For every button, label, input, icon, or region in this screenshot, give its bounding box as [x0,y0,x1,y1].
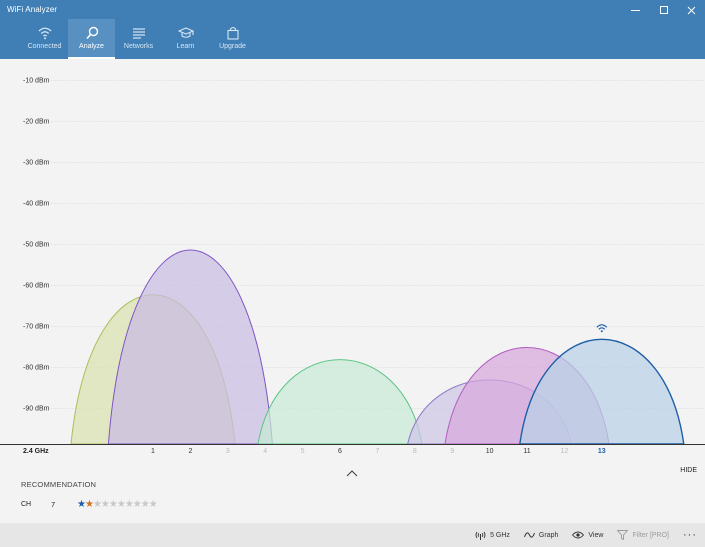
filter-label: Filter [PRO] [632,531,669,539]
star-empty-icon: ★ [108,499,118,510]
maximize-button[interactable] [650,0,678,20]
maximize-icon [659,5,668,14]
nav-learn[interactable]: Learn [162,19,209,59]
band-toggle-label: 5 GHz [490,531,510,539]
recommendation-title: RECOMMENDATION [21,480,97,489]
nav-label-analyze: Analyze [79,43,104,50]
star-empty-icon: ★ [100,499,110,510]
y-tick-label: -40 dBm [23,201,50,208]
recommendation-panel: HIDE RECOMMENDATION CH 7 ★ ★ ★ ★ ★ ★ ★ ★ ★ ★ [0,459,705,523]
view-button[interactable]: View [572,530,603,540]
star-empty-icon: ★ [148,499,158,510]
y-tick-label: -10 dBm [23,78,50,85]
y-tick-label: -20 dBm [23,119,50,126]
graph-button[interactable]: Graph [523,530,559,540]
star-empty-icon: ★ [92,499,102,510]
star-empty-icon: ★ [132,499,142,510]
nav-label-connected: Connected [27,43,62,50]
wifi-analyzer-window: WiFi Analyzer Connected Analyze Networks… [0,0,705,547]
nav-label-learn: Learn [176,43,195,50]
graduation-cap-icon [177,27,194,38]
channel-value: 7 [51,500,56,509]
x-tick-label: 3 [226,448,230,455]
filter-icon [617,530,629,540]
eye-icon [572,531,585,539]
band-toggle-button[interactable]: 5 GHz [475,530,510,540]
view-label: View [588,531,604,539]
wifi-dot [600,330,603,333]
more-icon: ··· [683,529,697,541]
chevron-up-icon [346,470,358,477]
nav-label-networks: Networks [123,43,154,50]
x-tick-label: 7 [375,448,379,455]
graph-label: Graph [538,531,559,539]
y-tick-label: -90 dBm [23,406,50,413]
recommendation-row: CH 7 ★ ★ ★ ★ ★ ★ ★ ★ ★ ★ [21,499,158,510]
minimize-icon [630,9,640,11]
star-empty-icon: ★ [124,499,134,510]
nav-analyze[interactable]: Analyze [68,19,115,59]
signal-chart-svg: -10 dBm -20 dBm -30 dBm -40 dBm -50 dBm -60 d… [0,59,705,459]
nav-networks[interactable]: Networks [115,19,162,59]
x-tick-label: 6 [338,448,342,455]
y-tick-label: -70 dBm [23,324,50,331]
more-button[interactable]: ··· [683,529,697,541]
x-tick-label: 11 [523,448,530,455]
x-tick-label: 13 [598,448,606,455]
x-tick-label: 12 [561,448,569,455]
search-icon [85,26,98,40]
y-tick-label: -50 dBm [23,242,50,249]
app-title: WiFi Analyzer [7,5,58,14]
antenna-icon [475,531,486,540]
shopping-bag-icon [226,26,239,40]
wifi-icon [38,27,51,40]
y-tick-label: -60 dBm [23,283,50,290]
x-tick-label: 1 [151,448,155,455]
signal-chart: -10 dBm -20 dBm -30 dBm -40 dBm -50 dBm -60 d… [0,59,705,459]
nav-upgrade[interactable]: Upgrade [209,19,256,59]
titlebar: WiFi Analyzer Connected Analyze Networks… [0,0,705,59]
x-tick-label: 10 [486,448,494,455]
graph-icon [523,532,535,538]
minimize-button[interactable] [621,0,649,20]
y-tick-label: -30 dBm [23,160,50,167]
close-icon [687,6,695,14]
list-icon [132,28,145,39]
star-filled-icon: ★ [84,499,94,510]
hide-button[interactable]: HIDE [680,467,697,474]
y-tick-label: -80 dBm [23,365,50,372]
x-tick-label: 9 [450,448,454,455]
nav-label-upgrade: Upgrade [219,43,246,50]
collapse-button[interactable] [346,464,358,482]
channel-rating: ★ ★ ★ ★ ★ ★ ★ ★ ★ ★ [77,499,158,510]
channel-label: CH [21,501,32,508]
top-nav: Connected Analyze Networks Learn Upgrade [21,19,256,59]
x-tick-label: 2 [188,448,192,455]
filter-button[interactable]: Filter [PRO] [617,530,669,540]
x-tick-label: 5 [301,448,305,455]
star-empty-icon: ★ [140,499,150,510]
star-empty-icon: ★ [116,499,126,510]
close-button[interactable] [677,0,705,20]
status-bar: 5 GHz Graph View Filter [PRO] ··· [0,523,705,547]
star-filled-icon: ★ [77,499,86,510]
x-tick-label: 8 [413,448,417,455]
band-label: 2.4 GHz [23,448,49,455]
nav-connected[interactable]: Connected [21,19,68,59]
x-tick-label: 4 [263,448,267,455]
